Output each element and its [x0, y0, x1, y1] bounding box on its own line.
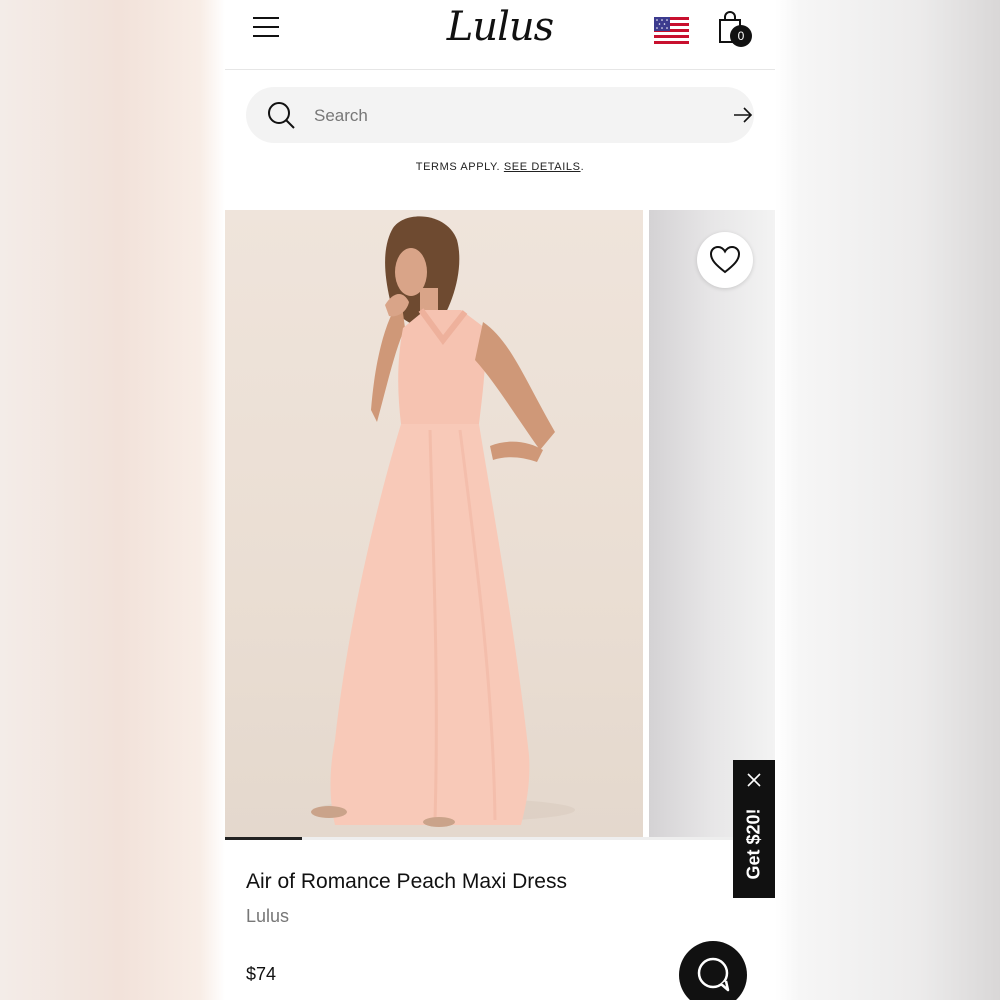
- gallery-progress-bar: [225, 837, 775, 840]
- product-brand[interactable]: Lulus: [246, 906, 289, 927]
- hamburger-menu-icon[interactable]: [253, 15, 281, 39]
- gallery-progress-fill: [225, 837, 302, 840]
- heart-icon: [710, 246, 740, 274]
- site-header: Lulus 0: [225, 0, 775, 70]
- promo-label[interactable]: Get $20!: [744, 808, 765, 879]
- product-image-gallery[interactable]: [225, 210, 775, 840]
- product-price: $74: [246, 964, 277, 984]
- site-logo[interactable]: Lulus: [440, 2, 560, 52]
- search-bar: [246, 87, 754, 143]
- product-photo-main[interactable]: [225, 210, 643, 838]
- arrow-right-icon[interactable]: [732, 104, 754, 126]
- search-input[interactable]: [312, 97, 696, 135]
- product-photo-next[interactable]: [649, 210, 775, 838]
- cart-count-badge: 0: [730, 25, 752, 47]
- promo-tab[interactable]: Get $20!: [733, 760, 775, 898]
- close-icon[interactable]: [746, 772, 762, 788]
- terms-text: TERMS APPLY.: [415, 161, 504, 173]
- favorite-button[interactable]: [697, 232, 753, 288]
- chat-button[interactable]: [679, 941, 747, 1000]
- terms-note: TERMS APPLY. SEE DETAILS.: [225, 161, 775, 173]
- see-details-link[interactable]: SEE DETAILS: [504, 161, 581, 173]
- chat-bubble-icon: [697, 957, 730, 992]
- phone-viewport: Lulus 0 Search TERMS APPLY. SEE DETAILS.…: [225, 0, 775, 1000]
- us-flag-icon[interactable]: [654, 17, 689, 44]
- search-icon: [268, 102, 295, 129]
- product-title: Air of Romance Peach Maxi Dress: [246, 870, 567, 893]
- model-in-dress-image: [311, 216, 575, 827]
- terms-suffix: .: [580, 161, 585, 173]
